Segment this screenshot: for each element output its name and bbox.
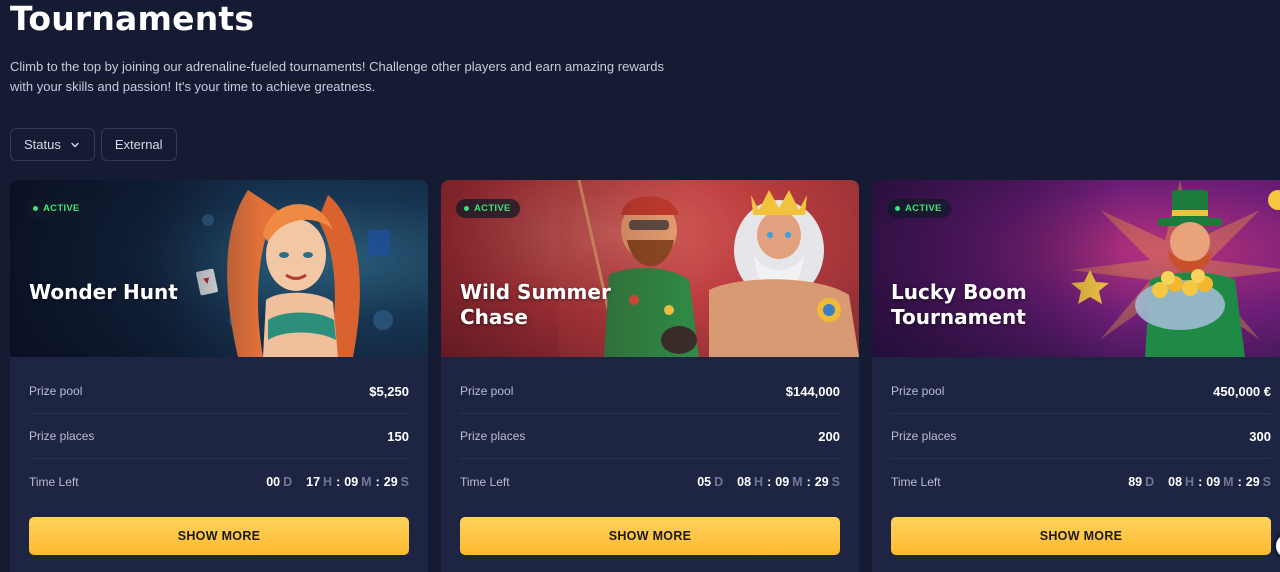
status-text: ACTIVE [474, 203, 511, 214]
prize-places-row: Prize places 200 [460, 414, 840, 459]
timer-minutes-unit: M [1223, 474, 1234, 489]
prize-places-label: Prize places [460, 429, 526, 443]
show-more-button[interactable]: SHOW MORE [460, 517, 840, 555]
external-filter-button[interactable]: External [100, 128, 177, 161]
prize-places-label: Prize places [891, 429, 957, 443]
status-badge: ACTIVE [25, 199, 89, 218]
prize-places-value: 200 [818, 428, 840, 444]
prize-places-value: 150 [387, 428, 409, 444]
tournament-banner: ACTIVE Wild Summer Chase [441, 180, 859, 357]
tournament-details: Prize pool $144,000 Prize places 200 Tim… [460, 357, 840, 504]
status-badge: ACTIVE [887, 199, 951, 218]
tournament-card: ACTIVE Wonder Hunt Prize pool $5,250 Pri… [10, 180, 428, 572]
prize-pool-value: 450,000 € [1213, 383, 1271, 399]
status-filter-label: Status [24, 137, 61, 152]
prize-pool-value: $5,250 [369, 383, 409, 399]
time-left-label: Time Left [891, 474, 941, 489]
tournament-card: ACTIVE Lucky Boom Tournament Prize pool … [872, 180, 1280, 572]
chevron-down-icon [71, 142, 79, 147]
external-filter-label: External [114, 137, 163, 152]
tournament-card: ACTIVE Wild Summer Chase Prize pool $144… [441, 180, 859, 572]
status-badge: ACTIVE [456, 199, 520, 218]
status-dot-icon [464, 206, 469, 211]
timer-days: 00 [266, 474, 281, 489]
timer-minutes-unit: M [792, 474, 803, 489]
timer-seconds: 29 [1245, 474, 1260, 489]
timer-hours: 17 [306, 474, 321, 489]
tournament-details: Prize pool $5,250 Prize places 150 Time … [29, 357, 409, 504]
timer-days: 05 [697, 474, 712, 489]
time-left-label: Time Left [29, 474, 79, 489]
tournament-title: Wild Summer Chase [460, 280, 611, 329]
timer-seconds: 29 [814, 474, 829, 489]
time-left-label: Time Left [460, 474, 510, 489]
timer-days-unit: D [714, 474, 724, 489]
timer-seconds-unit: S [831, 474, 840, 489]
timer-hours-unit: H [323, 474, 333, 489]
prize-pool-row: Prize pool $5,250 [29, 357, 409, 414]
timer-minutes: 09 [344, 474, 359, 489]
prize-pool-label: Prize pool [891, 384, 945, 398]
show-more-button[interactable]: SHOW MORE [29, 517, 409, 555]
status-dot-icon [895, 206, 900, 211]
status-dot-icon [33, 206, 38, 211]
prize-pool-label: Prize pool [460, 384, 514, 398]
status-text: ACTIVE [43, 203, 80, 214]
prize-places-value: 300 [1249, 428, 1271, 444]
tournament-details: Prize pool 450,000 € Prize places 300 Ti… [891, 357, 1271, 504]
filter-bar: Status External [10, 128, 177, 161]
timer-seconds: 29 [383, 474, 398, 489]
tournament-title: Lucky Boom Tournament [891, 280, 1027, 329]
timer-minutes-unit: M [361, 474, 372, 489]
prize-places-row: Prize places 300 [891, 414, 1271, 459]
page-intro: Climb to the top by joining our adrenali… [10, 59, 664, 94]
page-title: Tournaments [10, 0, 255, 38]
timer-hours: 08 [737, 474, 752, 489]
tournament-title: Wonder Hunt [29, 280, 178, 304]
tournament-banner: ACTIVE Wonder Hunt [10, 180, 428, 357]
timer-days-unit: D [1145, 474, 1155, 489]
prize-pool-row: Prize pool 450,000 € [891, 357, 1271, 414]
prize-pool-label: Prize pool [29, 384, 83, 398]
prize-pool-row: Prize pool $144,000 [460, 357, 840, 414]
timer-seconds-unit: S [1262, 474, 1271, 489]
timer-hours: 08 [1168, 474, 1183, 489]
countdown-timer: 00 D 17 H : 09 M : 29 S [266, 474, 409, 489]
timer-days: 89 [1128, 474, 1143, 489]
timer-minutes: 09 [775, 474, 790, 489]
prize-pool-value: $144,000 [785, 383, 840, 399]
prize-places-row: Prize places 150 [29, 414, 409, 459]
status-text: ACTIVE [905, 203, 942, 214]
time-left-row: Time Left 00 D 17 H : 09 M : 29 S [29, 459, 409, 504]
countdown-timer: 89 D 08 H : 09 M : 29 S [1128, 474, 1271, 489]
tournament-banner: ACTIVE Lucky Boom Tournament [872, 180, 1280, 357]
timer-hours-unit: H [1185, 474, 1195, 489]
time-left-row: Time Left 05 D 08 H : 09 M : 29 S [460, 459, 840, 504]
prize-places-label: Prize places [29, 429, 95, 443]
timer-minutes: 09 [1206, 474, 1221, 489]
timer-seconds-unit: S [400, 474, 409, 489]
timer-hours-unit: H [754, 474, 764, 489]
show-more-button[interactable]: SHOW MORE [891, 517, 1271, 555]
countdown-timer: 05 D 08 H : 09 M : 29 S [697, 474, 840, 489]
status-filter-dropdown[interactable]: Status [10, 128, 95, 161]
timer-days-unit: D [283, 474, 293, 489]
time-left-row: Time Left 89 D 08 H : 09 M : 29 S [891, 459, 1271, 504]
